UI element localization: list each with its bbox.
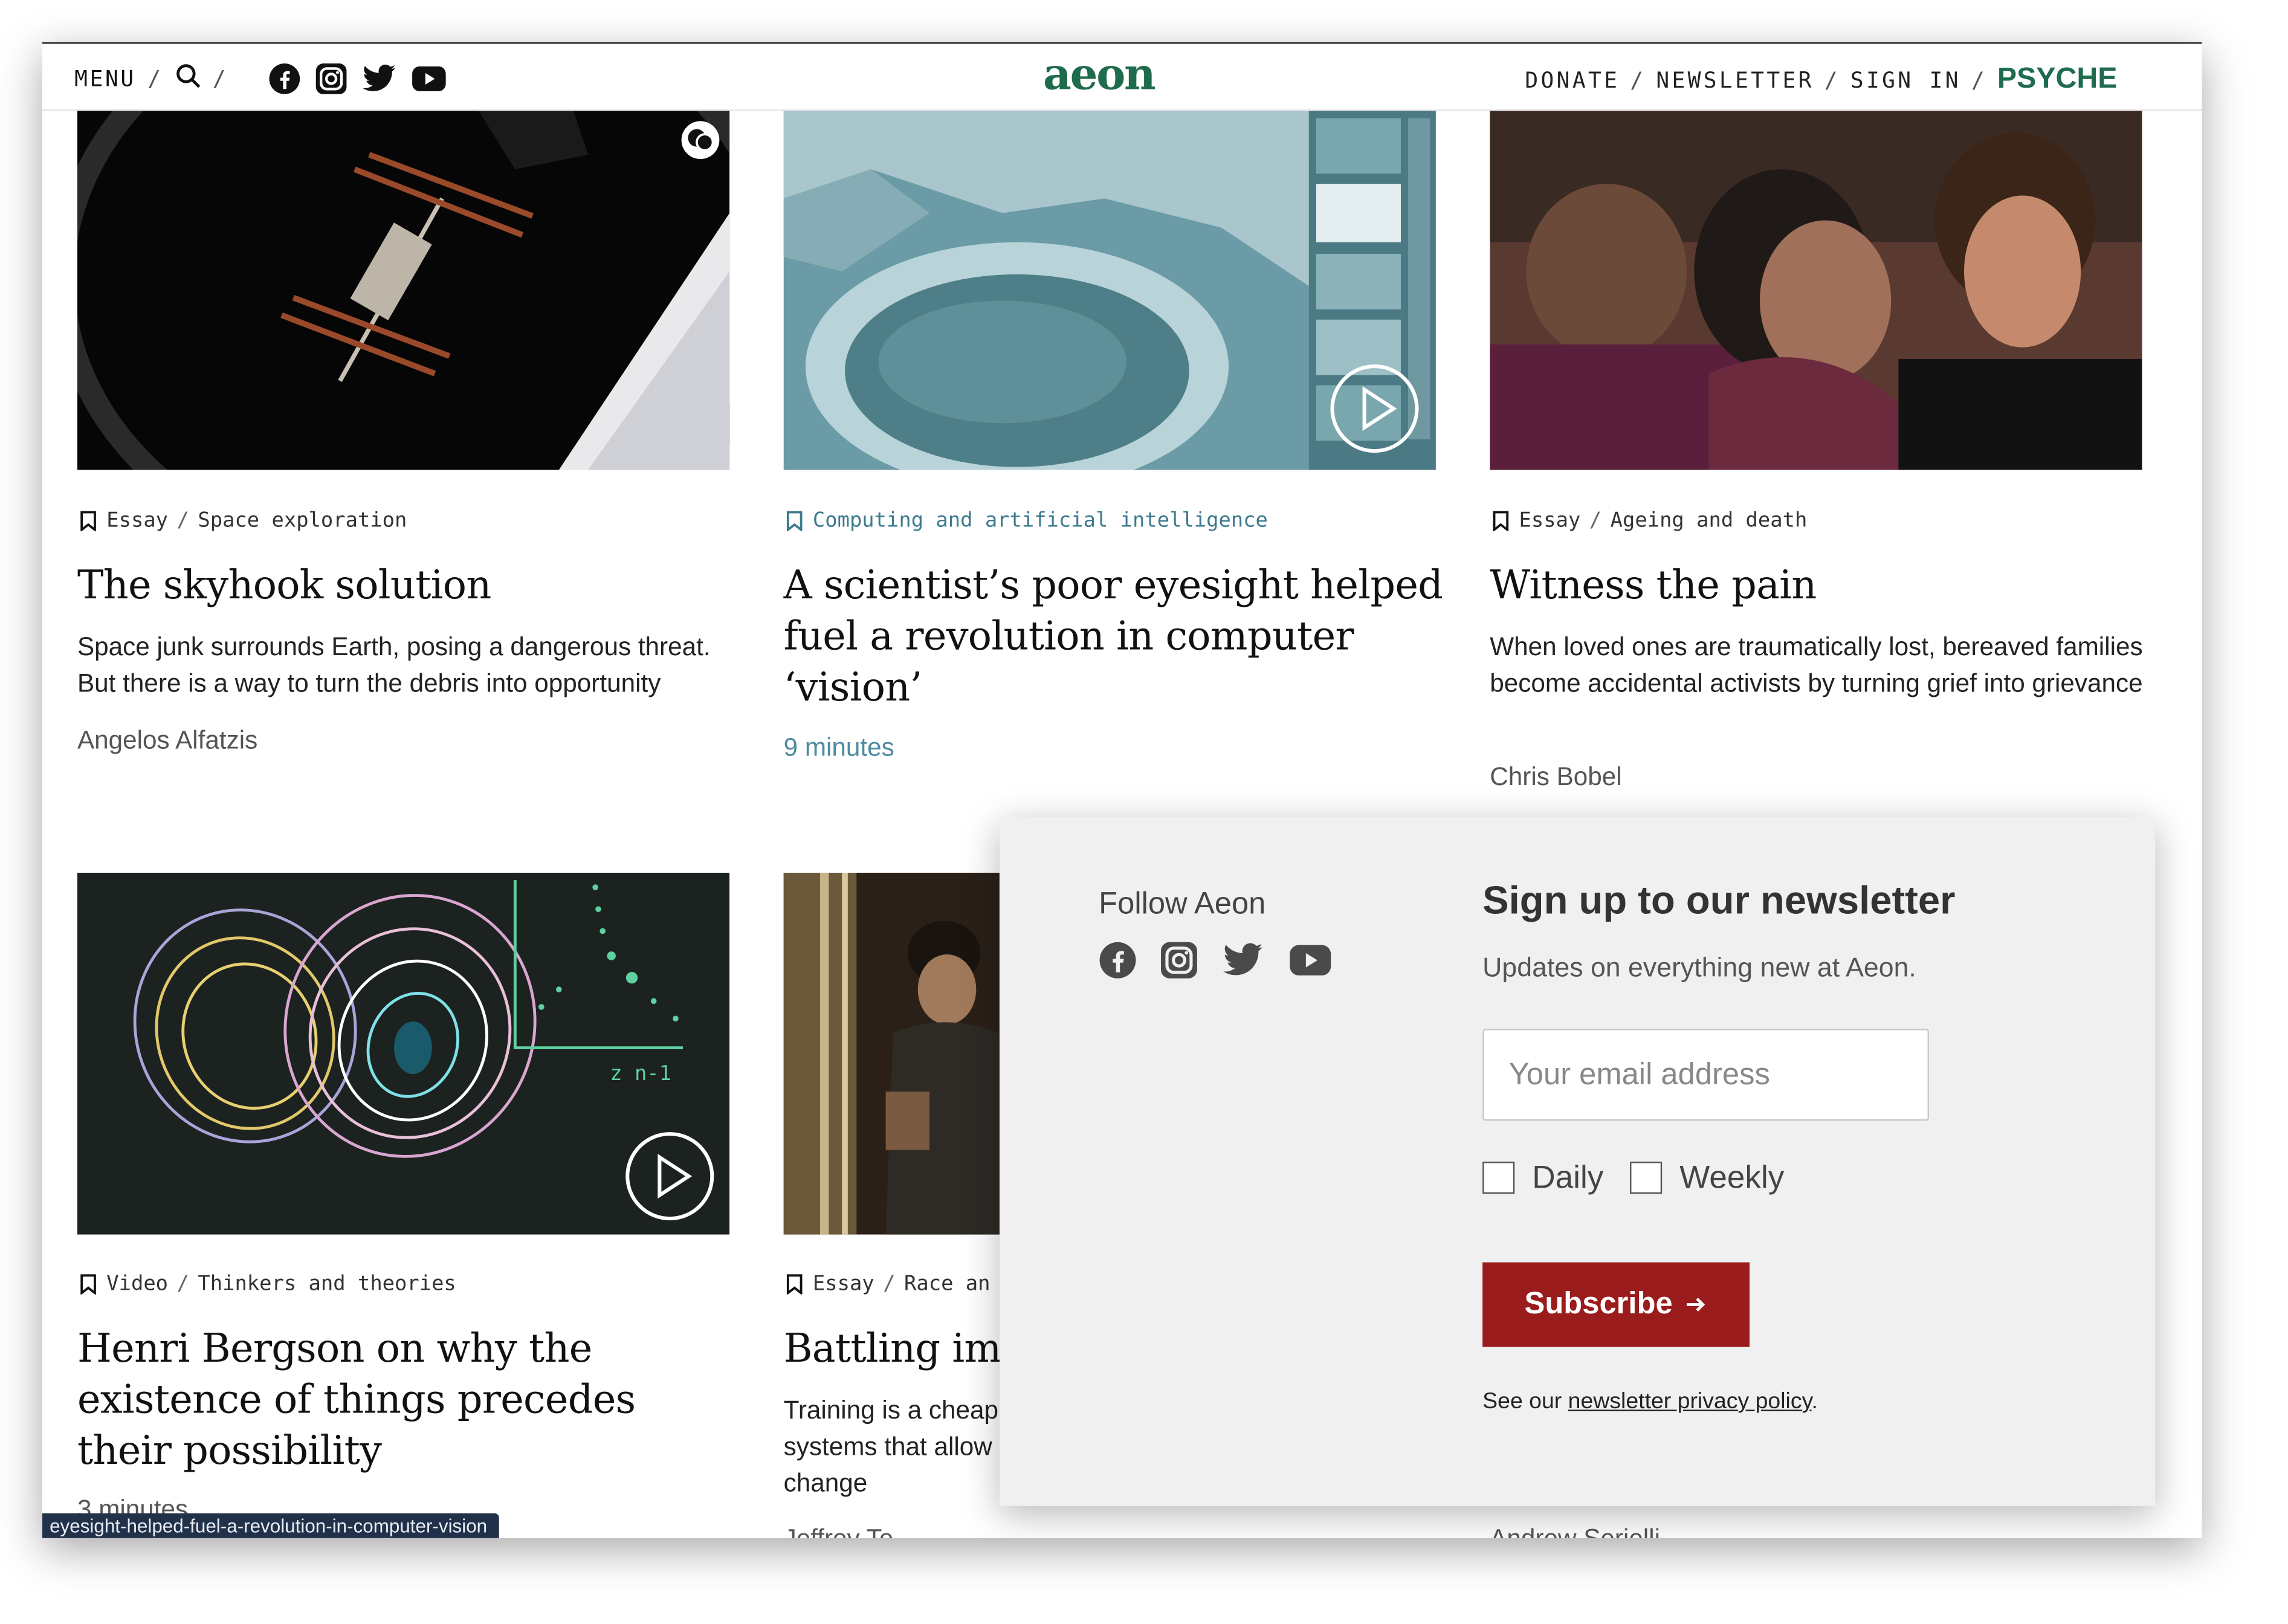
comments-icon[interactable] bbox=[680, 120, 721, 166]
divider: / bbox=[1630, 66, 1646, 93]
article-thumbnail-vision[interactable] bbox=[783, 111, 1436, 470]
follow-aeon-label: Follow Aeon bbox=[1099, 887, 1266, 921]
psyche-link[interactable]: PSYCHE bbox=[1997, 63, 2118, 97]
article-type[interactable]: Video bbox=[106, 1272, 168, 1296]
article-type[interactable]: Essay bbox=[1519, 510, 1581, 533]
weekly-checkbox[interactable] bbox=[1630, 1161, 1663, 1194]
newsletter-popup: Follow Aeon Sign up to our newsletter Up… bbox=[999, 817, 2156, 1506]
newsletter-title: Sign up to our newsletter bbox=[1482, 878, 1956, 922]
facebook-icon[interactable] bbox=[1099, 941, 1137, 985]
article-author[interactable]: Andrew Serielli bbox=[1490, 1524, 1660, 1538]
subscribe-button[interactable]: Subscribe bbox=[1482, 1262, 1750, 1347]
article-thumbnail-training[interactable] bbox=[783, 872, 1000, 1235]
article-title[interactable]: A scientist’s poor eyesight helped fuel … bbox=[784, 560, 1448, 714]
site-header: MENU / / aeon DONATE / NEWSLETTER / SIGN… bbox=[42, 44, 2202, 111]
divider: / bbox=[1824, 66, 1840, 93]
article-duration: 9 minutes bbox=[783, 733, 894, 762]
privacy-prefix: See our bbox=[1482, 1389, 1562, 1414]
article-description: Space junk surrounds Earth, posing a dan… bbox=[77, 632, 711, 698]
article-meta: Essay / Ageing and death bbox=[1493, 509, 1808, 533]
article-thumbnail-bergson[interactable]: z n-1 bbox=[77, 872, 730, 1235]
article-meta: Essay / Space exploration bbox=[80, 509, 407, 533]
search-icon[interactable] bbox=[175, 63, 201, 95]
newsletter-subtitle: Updates on everything new at Aeon. bbox=[1482, 951, 1916, 982]
header-left: MENU / / bbox=[74, 63, 447, 95]
article-thumbnail-space[interactable] bbox=[77, 111, 730, 470]
divider: / bbox=[1589, 509, 1602, 533]
article-topic[interactable]: Ageing and death bbox=[1611, 510, 1808, 533]
divider: / bbox=[883, 1272, 896, 1296]
privacy-policy-link[interactable]: newsletter privacy policy bbox=[1568, 1389, 1812, 1414]
article-topic[interactable]: Race an bbox=[904, 1272, 990, 1296]
divider: / bbox=[176, 509, 189, 533]
article-title[interactable]: The skyhook solution bbox=[77, 560, 734, 612]
follow-social-icons bbox=[1099, 941, 1332, 985]
browser-viewport: MENU / / aeon DONATE / NEWSLETTER / SIGN… bbox=[42, 42, 2202, 1538]
article-description: Training is a cheap systems that allow c… bbox=[783, 1395, 999, 1498]
daily-option[interactable]: Daily bbox=[1482, 1159, 1603, 1197]
aeon-logo[interactable]: aeon bbox=[1041, 50, 1157, 101]
daily-label: Daily bbox=[1532, 1159, 1604, 1195]
article-type[interactable]: Essay bbox=[106, 510, 168, 533]
article-thumbnail-grief[interactable] bbox=[1490, 111, 2142, 470]
arrow-right-icon bbox=[1687, 1298, 1705, 1312]
youtube-icon[interactable] bbox=[412, 66, 447, 92]
privacy-note: See our newsletter privacy policy. bbox=[1482, 1389, 1818, 1415]
bookmark-icon[interactable] bbox=[80, 511, 97, 531]
article-meta: Essay / Race an bbox=[786, 1272, 990, 1296]
article-title[interactable]: Henri Bergson on why the existence of th… bbox=[77, 1324, 690, 1477]
divider: / bbox=[147, 65, 163, 92]
header-social-icons bbox=[269, 63, 447, 95]
bookmark-icon[interactable] bbox=[786, 1274, 803, 1295]
email-input[interactable] bbox=[1482, 1029, 1930, 1121]
article-topic[interactable]: Thinkers and theories bbox=[198, 1272, 456, 1296]
instagram-icon[interactable] bbox=[315, 63, 347, 95]
article-title[interactable]: Battling im bbox=[784, 1324, 1003, 1375]
donate-link[interactable]: DONATE bbox=[1525, 66, 1620, 92]
bookmark-icon[interactable] bbox=[786, 511, 803, 531]
twitter-icon[interactable] bbox=[362, 64, 397, 93]
article-topic[interactable]: Computing and artificial intelligence bbox=[813, 510, 1268, 533]
menu-button[interactable]: MENU bbox=[74, 66, 136, 92]
stage: MENU / / aeon DONATE / NEWSLETTER / SIGN… bbox=[0, 0, 2288, 1624]
article-meta: Computing and artificial intelligence bbox=[786, 510, 1268, 533]
header-right-nav: DONATE / NEWSLETTER / SIGN IN / PSYCHE bbox=[1525, 63, 2117, 97]
daily-checkbox[interactable] bbox=[1482, 1161, 1515, 1194]
facebook-icon[interactable] bbox=[269, 63, 301, 95]
instagram-icon[interactable] bbox=[1160, 941, 1198, 985]
sign-in-link[interactable]: SIGN IN bbox=[1850, 66, 1961, 92]
newsletter-link[interactable]: NEWSLETTER bbox=[1656, 66, 1814, 92]
privacy-suffix: . bbox=[1811, 1389, 1818, 1414]
twitter-icon[interactable] bbox=[1221, 943, 1265, 984]
article-description: When loved ones are traumatically lost, … bbox=[1490, 632, 2143, 698]
article-type[interactable]: Essay bbox=[813, 1272, 874, 1296]
divider: / bbox=[176, 1272, 189, 1296]
bookmark-icon[interactable] bbox=[80, 1274, 97, 1295]
weekly-label: Weekly bbox=[1679, 1159, 1785, 1195]
divider: / bbox=[1971, 66, 1987, 93]
play-video-icon[interactable] bbox=[623, 1130, 717, 1229]
svg-text:z n-1: z n-1 bbox=[610, 1061, 671, 1085]
article-author[interactable]: Jeffrey Te bbox=[784, 1524, 894, 1538]
weekly-option[interactable]: Weekly bbox=[1630, 1159, 1784, 1197]
article-author[interactable]: Chris Bobel bbox=[1490, 762, 1621, 792]
article-author[interactable]: Angelos Alfatzis bbox=[77, 725, 257, 756]
play-video-icon[interactable] bbox=[1328, 362, 1421, 461]
youtube-icon[interactable] bbox=[1288, 944, 1332, 982]
article-topic[interactable]: Space exploration bbox=[198, 510, 407, 533]
article-meta: Video / Thinkers and theories bbox=[80, 1272, 456, 1296]
article-title[interactable]: Witness the pain bbox=[1490, 560, 2147, 612]
subscribe-label: Subscribe bbox=[1524, 1287, 1673, 1321]
divider: / bbox=[212, 65, 228, 92]
bookmark-icon[interactable] bbox=[1493, 511, 1509, 531]
status-url-bar: eyesight-helped-fuel-a-revolution-in-com… bbox=[42, 1513, 499, 1538]
